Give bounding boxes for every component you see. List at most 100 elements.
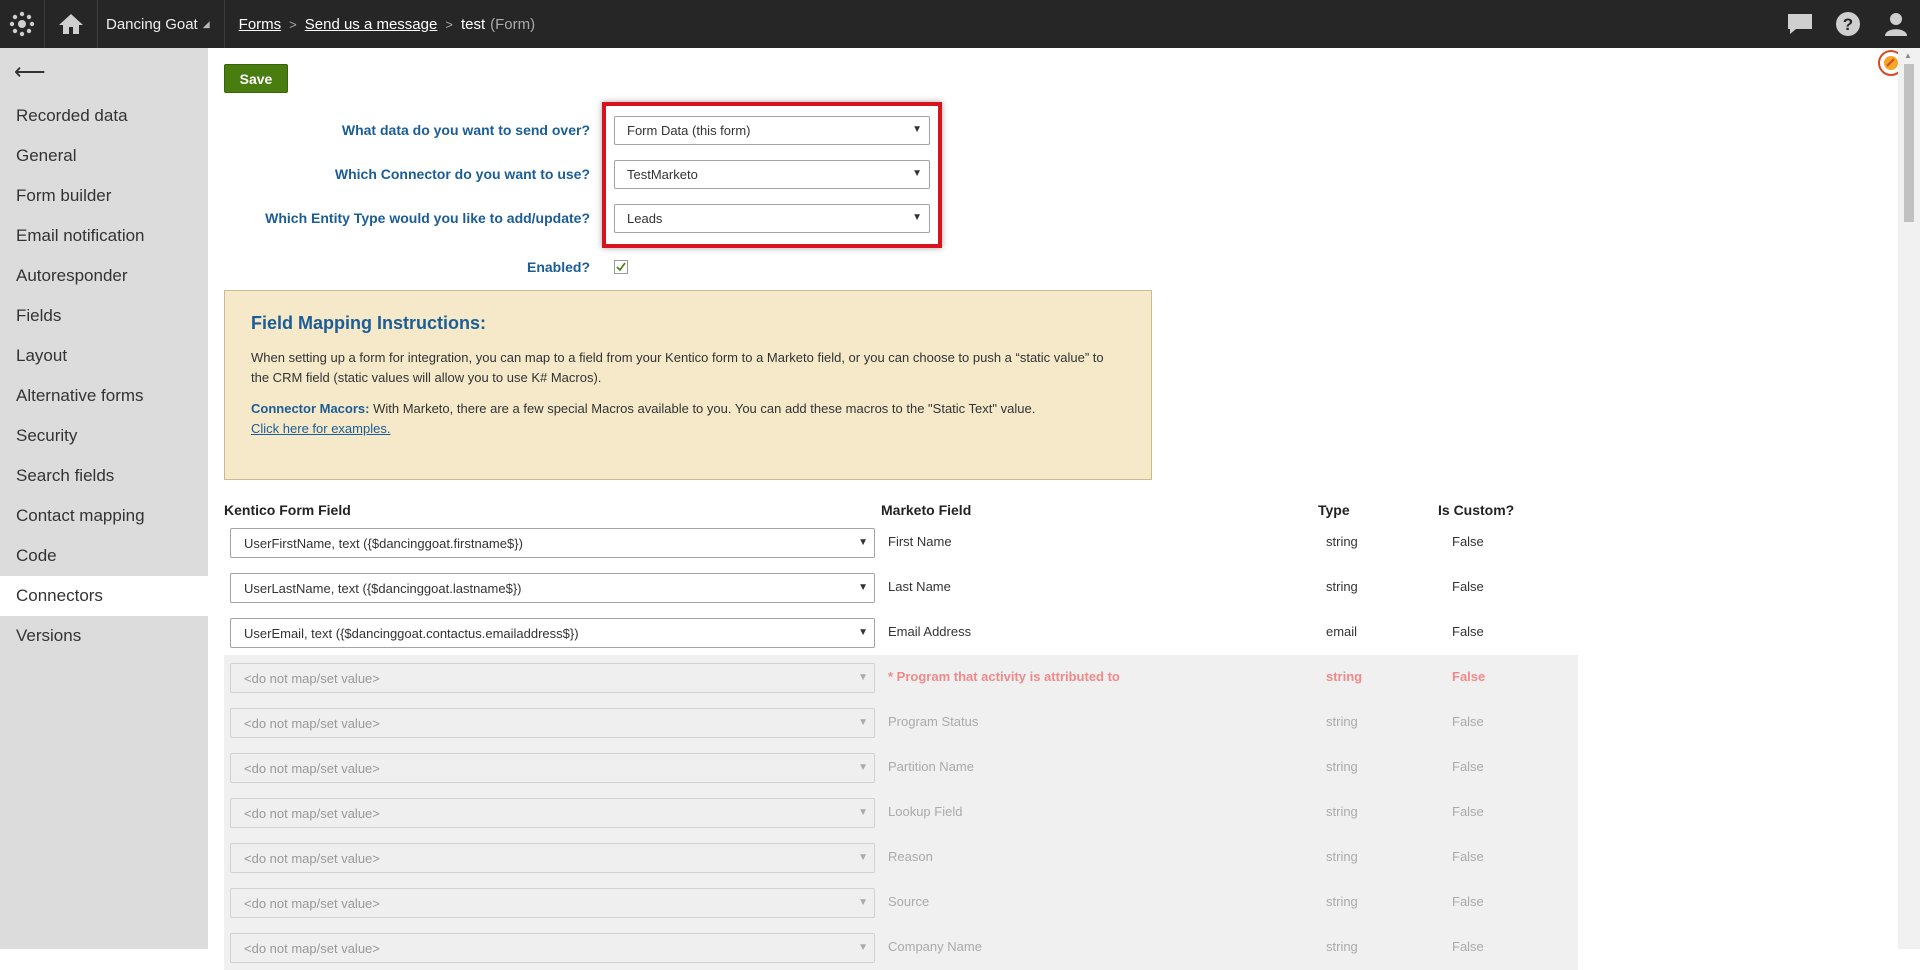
- is-custom-value: False: [1452, 624, 1484, 639]
- sidebar-item-email-notification[interactable]: Email notification: [0, 216, 208, 256]
- is-custom-value: False: [1452, 759, 1484, 774]
- field-type: email: [1326, 624, 1357, 639]
- field-type: string: [1326, 534, 1358, 549]
- dropdown-arrow-icon: ▼: [858, 897, 868, 908]
- form-field-select[interactable]: <do not map/set value>▼: [230, 798, 875, 828]
- table-row: UserEmail, text ({$dancinggoat.contactus…: [224, 610, 1578, 655]
- table-row: <do not map/set value>▼ Reason string Fa…: [224, 835, 1578, 880]
- sidebar-item-form-builder[interactable]: Form builder: [0, 176, 208, 216]
- chat-icon[interactable]: [1776, 0, 1824, 48]
- is-custom-value: False: [1452, 714, 1484, 729]
- sidebar-item-fields[interactable]: Fields: [0, 296, 208, 336]
- marketo-field-name: Lookup Field: [888, 804, 962, 819]
- marketo-field-name: Program Status: [888, 714, 978, 729]
- back-arrow-icon[interactable]: ⟵: [0, 48, 208, 96]
- sidebar-item-contact-mapping[interactable]: Contact mapping: [0, 496, 208, 536]
- field-type: string: [1326, 669, 1362, 684]
- scroll-up-icon[interactable]: ▲: [1904, 51, 1912, 60]
- dropdown-arrow-icon: ▼: [858, 537, 868, 548]
- site-selector[interactable]: Dancing Goat ◢: [98, 0, 225, 48]
- user-icon[interactable]: [1872, 0, 1920, 48]
- is-custom-value: False: [1452, 804, 1484, 819]
- marketo-field-name: Company Name: [888, 939, 982, 954]
- kentico-logo-icon[interactable]: [0, 0, 45, 48]
- marketo-field-name: Source: [888, 894, 929, 909]
- svg-text:?: ?: [1843, 15, 1853, 34]
- top-bar: Dancing Goat ◢ Forms > Send us a message…: [0, 0, 1920, 48]
- field-type: string: [1326, 894, 1358, 909]
- is-custom-value: False: [1452, 849, 1484, 864]
- examples-link[interactable]: Click here for examples.: [251, 421, 390, 436]
- sidebar-item-security[interactable]: Security: [0, 416, 208, 456]
- breadcrumb-forms-link[interactable]: Forms: [239, 16, 282, 33]
- field-type: string: [1326, 714, 1358, 729]
- connector-label: Which Connector do you want to use?: [208, 166, 590, 182]
- sidebar-item-search-fields[interactable]: Search fields: [0, 456, 208, 496]
- save-button[interactable]: Save: [224, 64, 288, 93]
- dropdown-arrow-icon: ▼: [858, 627, 868, 638]
- enabled-label: Enabled?: [208, 259, 590, 275]
- header-is-custom: Is Custom?: [1438, 502, 1514, 518]
- table-row: <do not map/set value>▼ Program Status s…: [224, 700, 1578, 745]
- form-field-select[interactable]: UserFirstName, text ({$dancinggoat.first…: [230, 528, 875, 558]
- sidebar-item-alternative-forms[interactable]: Alternative forms: [0, 376, 208, 416]
- scrollbar[interactable]: ▲: [1898, 48, 1920, 949]
- field-type: string: [1326, 579, 1358, 594]
- sidebar-item-autoresponder[interactable]: Autoresponder: [0, 256, 208, 296]
- dropdown-arrow-icon: ▼: [858, 807, 868, 818]
- table-row: <do not map/set value>▼ Lookup Field str…: [224, 790, 1578, 835]
- dropdown-arrow-icon: ▼: [858, 762, 868, 773]
- help-icon[interactable]: ?: [1824, 0, 1872, 48]
- table-row: <do not map/set value>▼ * Program that a…: [224, 655, 1578, 700]
- instructions-title: Field Mapping Instructions:: [251, 313, 1125, 334]
- is-custom-value: False: [1452, 939, 1484, 954]
- dropdown-arrow-icon: ▼: [858, 582, 868, 593]
- is-custom-value: False: [1452, 894, 1484, 909]
- sidebar-item-general[interactable]: General: [0, 136, 208, 176]
- is-custom-value: False: [1452, 669, 1485, 684]
- dropdown-arrow-icon: ▼: [858, 717, 868, 728]
- form-field-select[interactable]: <do not map/set value>▼: [230, 933, 875, 963]
- marketo-field-name: * Program that activity is attributed to: [888, 669, 1120, 684]
- field-type: string: [1326, 849, 1358, 864]
- breadcrumb: Forms > Send us a message > test (Form): [225, 16, 535, 33]
- dropdown-arrow-icon: ▼: [858, 942, 868, 953]
- sidebar-item-layout[interactable]: Layout: [0, 336, 208, 376]
- form-field-select[interactable]: <do not map/set value>▼: [230, 708, 875, 738]
- enabled-checkbox[interactable]: [614, 260, 628, 274]
- entity-type-label: Which Entity Type would you like to add/…: [208, 210, 590, 226]
- highlight-annotation: [602, 102, 942, 248]
- table-row: UserFirstName, text ({$dancinggoat.first…: [224, 520, 1578, 565]
- home-icon[interactable]: [45, 0, 98, 48]
- sidebar: ⟵ Recorded data General Form builder Ema…: [0, 48, 208, 949]
- sidebar-item-versions[interactable]: Versions: [0, 616, 208, 656]
- field-type: string: [1326, 939, 1358, 954]
- site-name: Dancing Goat: [106, 16, 198, 33]
- marketo-field-name: Last Name: [888, 579, 951, 594]
- caret-down-icon: ◢: [203, 19, 210, 30]
- marketo-field-name: Partition Name: [888, 759, 974, 774]
- header-marketo-field: Marketo Field: [881, 502, 971, 518]
- sidebar-item-code[interactable]: Code: [0, 536, 208, 576]
- form-field-select[interactable]: UserEmail, text ({$dancinggoat.contactus…: [230, 618, 875, 648]
- breadcrumb-current: test: [461, 16, 485, 33]
- form-field-select[interactable]: UserLastName, text ({$dancinggoat.lastna…: [230, 573, 875, 603]
- main-content: Save What data do you want to send over?…: [208, 48, 1898, 949]
- form-field-select[interactable]: <do not map/set value>▼: [230, 663, 875, 693]
- form-field-select[interactable]: <do not map/set value>▼: [230, 753, 875, 783]
- form-field-select[interactable]: <do not map/set value>▼: [230, 888, 875, 918]
- check-icon: [616, 262, 626, 272]
- breadcrumb-type: (Form): [490, 16, 535, 33]
- scrollbar-thumb[interactable]: [1904, 64, 1914, 222]
- table-row: UserLastName, text ({$dancinggoat.lastna…: [224, 565, 1578, 610]
- data-source-label: What data do you want to send over?: [208, 122, 590, 138]
- chevron-right-icon: >: [445, 17, 453, 32]
- sidebar-item-connectors[interactable]: Connectors: [0, 576, 208, 616]
- form-field-select[interactable]: <do not map/set value>▼: [230, 843, 875, 873]
- macros-label: Connector Macors:: [251, 401, 369, 416]
- header-type: Type: [1318, 502, 1350, 518]
- sidebar-item-recorded-data[interactable]: Recorded data: [0, 96, 208, 136]
- field-type: string: [1326, 759, 1358, 774]
- table-row: <do not map/set value>▼ Source string Fa…: [224, 880, 1578, 925]
- breadcrumb-send-message-link[interactable]: Send us a message: [305, 16, 438, 33]
